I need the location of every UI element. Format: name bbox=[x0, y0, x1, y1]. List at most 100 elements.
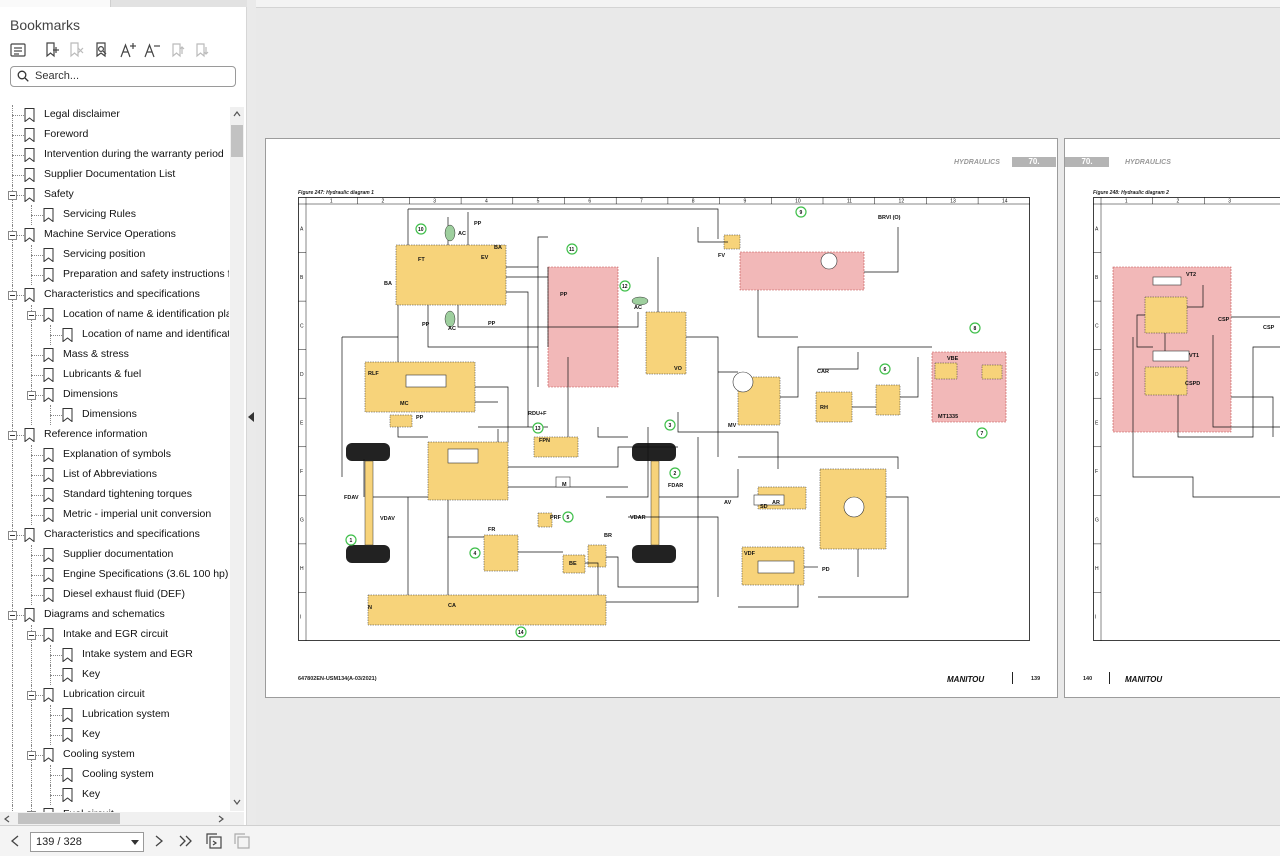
bookmark-label: Lubrication system bbox=[82, 708, 170, 720]
manitou-logo: MANITOU bbox=[947, 675, 984, 684]
bookmark-item[interactable]: Intervention during the warranty period bbox=[0, 145, 229, 165]
bookmark-item[interactable]: Lubrication circuit bbox=[0, 685, 229, 705]
panel-tab[interactable] bbox=[110, 0, 247, 7]
bookmark-item[interactable]: Preparation and safety instructions for bbox=[0, 265, 229, 285]
bookmark-item[interactable]: Key bbox=[0, 785, 229, 805]
find-bookmark-icon[interactable] bbox=[92, 40, 112, 60]
axle-symbol bbox=[365, 461, 373, 545]
callout-number: 13 bbox=[535, 426, 541, 432]
scroll-left-arrow-icon[interactable] bbox=[4, 815, 10, 823]
bookmark-item[interactable]: Foreword bbox=[0, 125, 229, 145]
next-page-button[interactable] bbox=[150, 833, 168, 849]
scroll-down-arrow-icon[interactable] bbox=[233, 799, 241, 805]
bookmark-label: Engine Specifications (3.6L 100 hp) bbox=[63, 568, 228, 580]
bookmark-item[interactable]: Cooling system bbox=[0, 745, 229, 765]
previous-view-button[interactable] bbox=[205, 833, 223, 849]
bookmark-item[interactable]: Fuel circuit bbox=[0, 805, 229, 812]
bookmark-item[interactable]: Supplier Documentation List bbox=[0, 165, 229, 185]
bookmark-item[interactable]: Metric - imperial unit conversion bbox=[0, 505, 229, 525]
component-label: RLF bbox=[368, 371, 379, 377]
bookmark-item[interactable]: Legal disclaimer bbox=[0, 105, 229, 125]
bookmark-item[interactable]: Diesel exhaust fluid (DEF) bbox=[0, 585, 229, 605]
bookmark-item[interactable]: Engine Specifications (3.6L 100 hp) bbox=[0, 565, 229, 585]
component-label: PP bbox=[488, 321, 496, 327]
collapse-toggle-icon[interactable] bbox=[27, 391, 36, 400]
move-bookmark-down-icon[interactable] bbox=[192, 40, 212, 60]
bookmark-item[interactable]: Key bbox=[0, 665, 229, 685]
collapse-toggle-icon[interactable] bbox=[8, 291, 17, 300]
collapse-panel-icon[interactable] bbox=[248, 412, 254, 422]
tree-guide-line bbox=[12, 155, 24, 156]
bookmark-item[interactable]: Lubricants & fuel bbox=[0, 365, 229, 385]
collapse-toggle-icon[interactable] bbox=[8, 191, 17, 200]
delete-bookmark-icon[interactable] bbox=[66, 40, 86, 60]
document-viewer[interactable]: HYDRAULICS 70. Figure 247: Hydraulic dia… bbox=[256, 0, 1280, 825]
tree-guide-line bbox=[12, 745, 13, 765]
collapse-toggle-icon[interactable] bbox=[27, 691, 36, 700]
collapse-toggle-icon[interactable] bbox=[8, 531, 17, 540]
bookmark-item[interactable]: Key bbox=[0, 725, 229, 745]
horizontal-scroll-thumb[interactable] bbox=[18, 813, 120, 824]
bookmark-item[interactable]: Cooling system bbox=[0, 765, 229, 785]
bookmark-search-input[interactable] bbox=[35, 68, 225, 83]
bookmark-item[interactable]: Characteristics and specifications bbox=[0, 525, 229, 545]
add-bookmark-icon[interactable] bbox=[42, 40, 62, 60]
bookmark-item[interactable]: List of Abbreviations bbox=[0, 465, 229, 485]
pump-symbol bbox=[821, 253, 837, 269]
last-page-button[interactable] bbox=[177, 833, 195, 849]
page-number-selector[interactable]: 139 / 328 bbox=[30, 832, 144, 852]
page-139[interactable]: HYDRAULICS 70. Figure 247: Hydraulic dia… bbox=[265, 138, 1058, 698]
collapse-toggle-icon[interactable] bbox=[8, 611, 17, 620]
bookmark-item[interactable]: Reference information bbox=[0, 425, 229, 445]
bookmarks-list-icon[interactable] bbox=[8, 40, 28, 60]
cylinder-symbol bbox=[1153, 351, 1189, 361]
grid-row-letter: A bbox=[1095, 226, 1099, 232]
previous-page-button[interactable] bbox=[6, 833, 24, 849]
chevron-right-icon bbox=[154, 835, 164, 847]
scroll-up-arrow-icon[interactable] bbox=[233, 111, 241, 117]
collapse-toggle-icon[interactable] bbox=[27, 751, 36, 760]
grid-row-letter: I bbox=[300, 615, 301, 621]
bookmark-item[interactable]: Servicing position bbox=[0, 245, 229, 265]
bookmark-item[interactable]: Safety bbox=[0, 185, 229, 205]
grid-column-number: 12 bbox=[899, 199, 905, 205]
next-view-button[interactable] bbox=[233, 833, 251, 849]
bookmark-item[interactable]: Machine Service Operations bbox=[0, 225, 229, 245]
bookmark-item[interactable]: Supplier documentation bbox=[0, 545, 229, 565]
grid-column-number: 1 bbox=[330, 199, 333, 205]
move-bookmark-up-icon[interactable] bbox=[168, 40, 188, 60]
bookmark-item[interactable]: Standard tightening torques bbox=[0, 485, 229, 505]
bookmark-item[interactable]: Mass & stress bbox=[0, 345, 229, 365]
bookmark-tree-vertical-scrollbar[interactable] bbox=[230, 107, 244, 811]
dropdown-arrow-icon[interactable] bbox=[131, 840, 139, 845]
vertical-scroll-thumb[interactable] bbox=[231, 125, 243, 157]
grid-column-number: 4 bbox=[485, 199, 488, 205]
bookmark-item[interactable]: Location of name and identificati bbox=[0, 325, 229, 345]
collapse-toggle-icon[interactable] bbox=[27, 631, 36, 640]
bookmark-item[interactable]: Intake system and EGR bbox=[0, 645, 229, 665]
scroll-right-arrow-icon[interactable] bbox=[218, 815, 224, 823]
collapse-toggle-icon[interactable] bbox=[8, 231, 17, 240]
collapse-toggle-icon[interactable] bbox=[8, 431, 17, 440]
hydraulic-line bbox=[598, 427, 628, 437]
bookmark-label: Servicing position bbox=[63, 248, 145, 260]
bookmark-item[interactable]: Dimensions bbox=[0, 385, 229, 405]
decrease-text-icon[interactable] bbox=[142, 40, 162, 60]
bookmark-item[interactable]: Location of name & identification plat bbox=[0, 305, 229, 325]
bookmark-item[interactable]: Diagrams and schematics bbox=[0, 605, 229, 625]
bookmark-item[interactable]: Dimensions bbox=[0, 405, 229, 425]
increase-text-icon[interactable] bbox=[118, 40, 138, 60]
component-block bbox=[368, 595, 606, 625]
bookmark-item[interactable]: Explanation of symbols bbox=[0, 445, 229, 465]
bookmark-item[interactable]: Intake and EGR circuit bbox=[0, 625, 229, 645]
collapse-toggle-icon[interactable] bbox=[27, 311, 36, 320]
bookmark-item[interactable]: Characteristics and specifications bbox=[0, 285, 229, 305]
callout-number: 9 bbox=[800, 210, 803, 216]
bookmark-item[interactable]: Servicing Rules bbox=[0, 205, 229, 225]
bookmark-item[interactable]: Lubrication system bbox=[0, 705, 229, 725]
bookmark-tree-horizontal-scrollbar[interactable] bbox=[0, 812, 244, 825]
component-label: AV bbox=[724, 500, 732, 506]
tree-guide-line bbox=[12, 705, 13, 725]
bookmark-label: Key bbox=[82, 728, 100, 740]
page-140[interactable]: 70. HYDRAULICS Figure 248: Hydraulic dia… bbox=[1064, 138, 1280, 698]
